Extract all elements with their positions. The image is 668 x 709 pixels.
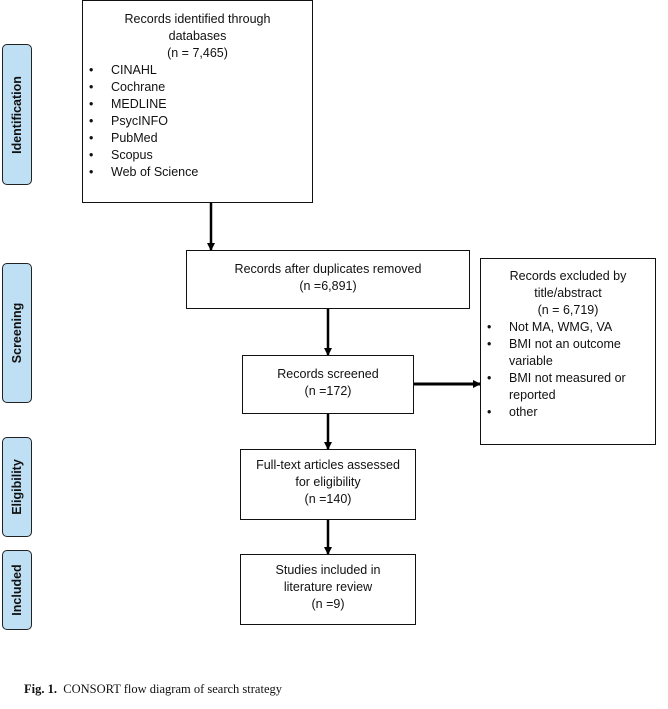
flow-arrows (207, 203, 481, 555)
caption-label: Fig. 1. (24, 682, 57, 696)
figure-caption: Fig. 1. CONSORT flow diagram of search s… (24, 682, 282, 697)
caption-text: CONSORT flow diagram of search strategy (63, 682, 282, 696)
